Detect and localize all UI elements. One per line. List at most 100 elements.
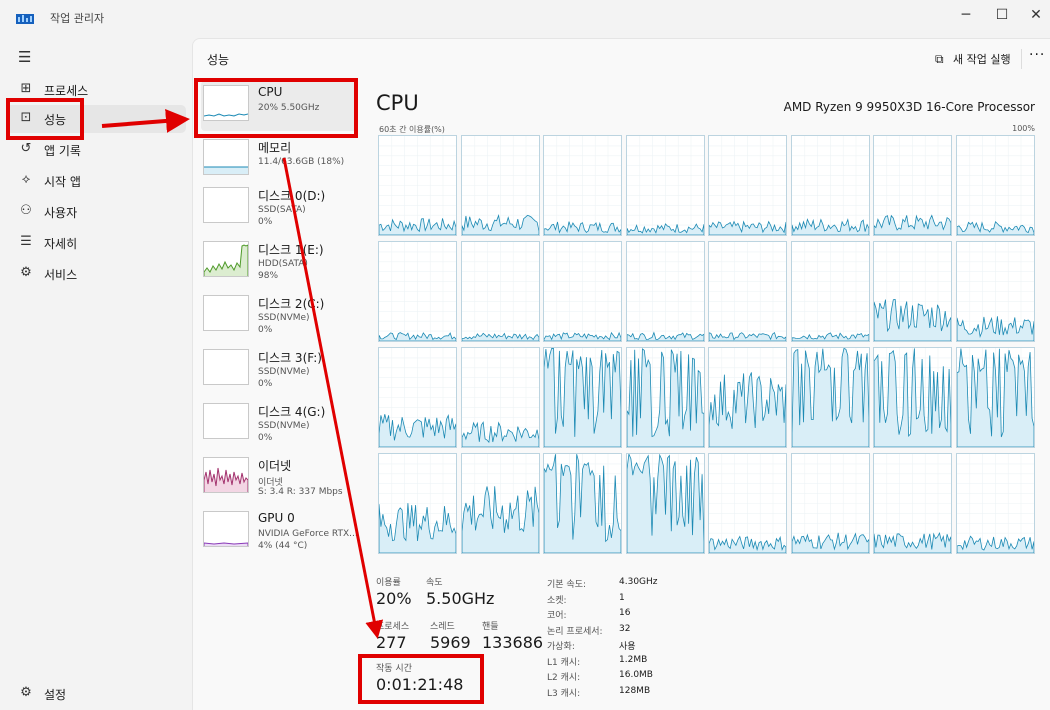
disk-mini-graph	[204, 244, 248, 276]
device-detail: HDD(SATA)	[258, 259, 308, 269]
processor-usage-graph	[544, 348, 621, 447]
logical-processor-graph	[708, 135, 787, 236]
nav-item-users[interactable]: ⚇ 사용자	[6, 198, 186, 226]
processor-usage-graph	[956, 136, 1034, 235]
device-disk-1[interactable]: 디스크 1(E:) HDD(SATA) 98%	[201, 237, 357, 287]
nav-item-label: 프로세스	[44, 84, 89, 98]
usage-area	[626, 223, 704, 235]
device-name: 이더넷	[258, 459, 292, 473]
processor-usage-graph	[544, 454, 621, 553]
cpu-detail-pane: CPU AMD Ryzen 9 9950X3D 16-Core Processo…	[376, 79, 1041, 709]
info-key: L1 캐시:	[547, 657, 581, 668]
processor-usage-graph	[379, 242, 456, 341]
close-button[interactable]: ✕	[1020, 3, 1050, 27]
logical-processor-graph	[790, 241, 870, 342]
logical-processor-graph	[543, 241, 622, 342]
new-task-button[interactable]: ⧉ 새 작업 실행	[935, 51, 1011, 67]
device-usage: S: 3.4 R: 337 Mbps	[258, 487, 343, 497]
nav-item-details[interactable]: ☰ 자세히	[6, 229, 186, 257]
processes-value: 277	[376, 633, 407, 652]
nav-item-label: 시작 앱	[44, 175, 81, 189]
processor-usage-graph	[874, 454, 951, 553]
logical-processor-graph	[625, 135, 705, 236]
processor-usage-graph	[709, 242, 786, 341]
processor-usage-graph	[791, 242, 869, 341]
info-key: 코어:	[547, 611, 567, 621]
users-icon: ⚇	[20, 203, 32, 218]
app-history-icon: ↺	[20, 141, 32, 156]
maximize-button[interactable]: ☐	[986, 3, 1018, 27]
device-thumbnail	[203, 511, 249, 547]
processor-usage-graph	[461, 454, 539, 553]
processor-usage-graph	[379, 348, 456, 447]
processor-usage-graph	[461, 242, 539, 341]
device-name: 디스크 2(C:)	[258, 297, 325, 311]
device-name: 디스크 3(F:)	[258, 351, 322, 365]
graph-axis-label: 60초 간 이용률(%)	[379, 125, 445, 134]
processor-usage-graph	[791, 454, 869, 553]
processor-usage-graph	[461, 348, 539, 447]
usage-area	[956, 221, 1034, 235]
nav-item-app-history[interactable]: ↺ 앱 기록	[6, 136, 186, 164]
cpu-heading: CPU	[376, 91, 419, 115]
logical-processor-graph	[543, 347, 622, 448]
logical-processor-graph	[873, 241, 952, 342]
processor-usage-graph	[544, 242, 621, 341]
processor-usage-graph	[791, 348, 869, 447]
utilization-value: 20%	[376, 589, 412, 608]
nav-item-label: 사용자	[44, 206, 78, 220]
nav-item-settings[interactable]: ⚙ 설정	[6, 680, 186, 708]
device-name: 디스크 4(G:)	[258, 405, 326, 419]
logical-processor-graph	[378, 135, 457, 236]
info-key: L3 캐시:	[547, 688, 581, 699]
logical-processor-graph	[378, 453, 457, 554]
handles-value: 133686	[482, 633, 544, 652]
logical-processor-graph	[790, 347, 870, 448]
processes-label: 프로세스	[376, 622, 410, 632]
logical-processor-graph	[708, 241, 787, 342]
device-usage: 4% (44 °C)	[258, 541, 308, 551]
device-usage: 0%	[258, 217, 273, 227]
device-detail: SSD(NVMe)	[258, 367, 310, 377]
usage-area	[461, 421, 539, 447]
minimize-button[interactable]: ─	[950, 3, 982, 27]
device-disk-4[interactable]: 디스크 4(G:) SSD(NVMe) 0%	[201, 399, 357, 449]
logical-processor-graph	[955, 453, 1035, 554]
logical-processor-graph	[460, 241, 540, 342]
device-thumbnail	[203, 457, 249, 493]
device-disk-0[interactable]: 디스크 0(D:) SSD(SATA) 0%	[201, 183, 357, 233]
device-disk-2[interactable]: 디스크 2(C:) SSD(NVMe) 0%	[201, 291, 357, 341]
info-value: 16	[619, 608, 631, 618]
device-memory[interactable]: 메모리 11.4/63.6GB (18%)	[201, 135, 357, 185]
processor-usage-graph	[626, 348, 704, 447]
hamburger-menu-icon[interactable]: ☰	[18, 48, 31, 66]
logical-processor-graph	[790, 135, 870, 236]
logical-processor-graph	[543, 135, 622, 236]
processor-usage-graph	[874, 348, 951, 447]
device-detail: SSD(NVMe)	[258, 313, 310, 323]
device-gpu-0[interactable]: GPU 0 NVIDIA GeForce RTX... 4% (44 °C)	[201, 507, 358, 557]
processor-usage-graph	[709, 454, 786, 553]
device-detail: 11.4/63.6GB (18%)	[258, 157, 345, 167]
processor-usage-graph	[956, 242, 1034, 341]
handles-label: 핸들	[482, 622, 499, 632]
nav-item-services[interactable]: ⚙ 서비스	[6, 260, 186, 288]
ethernet-mini-graph	[204, 467, 248, 492]
logical-processor-graph	[625, 241, 705, 342]
nav-item-label: 자세히	[44, 237, 78, 251]
device-name: GPU 0	[258, 511, 295, 525]
device-usage: 98%	[258, 271, 279, 281]
memory-mini-graph	[204, 166, 248, 174]
more-options-button[interactable]: ···	[1029, 47, 1045, 63]
highlight-performance-tab	[6, 98, 84, 140]
processor-usage-graph	[626, 242, 704, 341]
device-ethernet[interactable]: 이더넷 이더넷 S: 3.4 R: 337 Mbps	[201, 453, 357, 503]
logical-processor-graph	[460, 347, 540, 448]
settings-gear-icon: ⚙	[20, 685, 32, 700]
nav-item-startup-apps[interactable]: ⟡ 시작 앱	[6, 167, 186, 195]
device-disk-3[interactable]: 디스크 3(F:) SSD(NVMe) 0%	[201, 345, 357, 395]
logical-processor-graph	[378, 241, 457, 342]
device-name: 메모리	[258, 141, 292, 155]
device-thumbnail	[203, 349, 249, 385]
processor-usage-graph	[379, 136, 456, 235]
